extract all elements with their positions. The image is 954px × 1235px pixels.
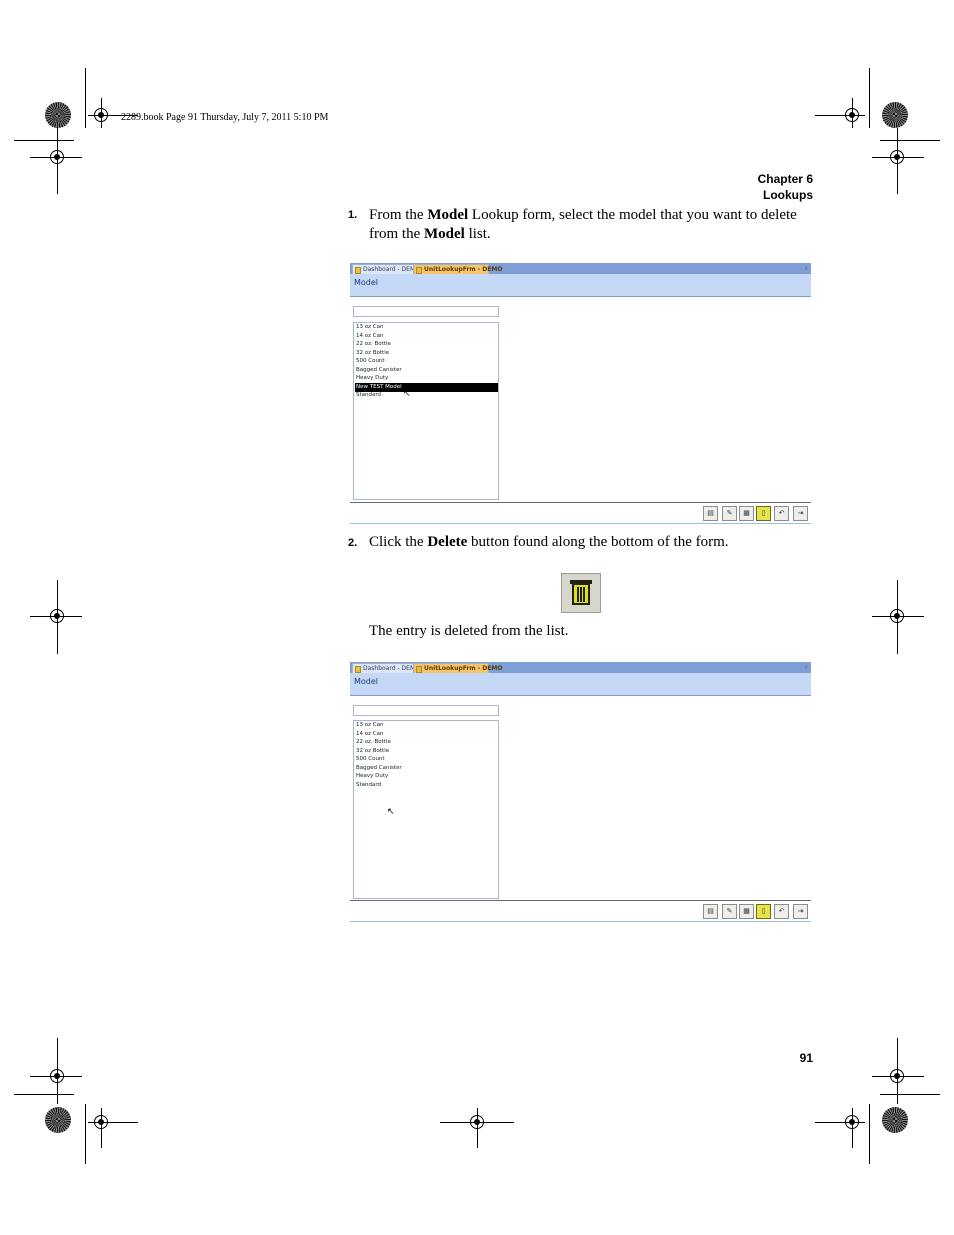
- close-icon[interactable]: x: [804, 263, 808, 274]
- model-list[interactable]: 13 oz Can 14 oz Can 22 oz. Bottle 32 oz …: [353, 720, 499, 899]
- tab-bar: Dashboard - DEMO UnitLookupFrm - DEMO x: [350, 662, 811, 674]
- tab-bar: Dashboard - DEMO UnitLookupFrm - DEMO x: [350, 263, 811, 275]
- delete-icon[interactable]: ▯: [756, 904, 771, 919]
- search-input[interactable]: [353, 306, 499, 317]
- section-label: Lookups: [763, 188, 813, 202]
- delete-icon[interactable]: ▯: [756, 506, 771, 521]
- form-title: Model: [354, 278, 379, 287]
- new-icon[interactable]: ▤: [703, 506, 718, 521]
- step-1-line-2: from the Model list.: [369, 226, 491, 242]
- page-number: 91: [799, 1051, 813, 1065]
- document-icon: [355, 666, 361, 673]
- form-header: Model: [350, 673, 811, 696]
- exit-icon[interactable]: ⇥: [793, 904, 808, 919]
- document-icon: [416, 666, 422, 673]
- form-header: Model: [350, 274, 811, 297]
- screenshot-before-delete: Dashboard - DEMO UnitLookupFrm - DEMO x …: [350, 263, 811, 524]
- document-icon: [355, 267, 361, 274]
- mouse-pointer-icon: ↖: [403, 389, 411, 399]
- edit-icon[interactable]: ✎: [722, 904, 737, 919]
- bottom-toolbar: ▤ ✎ ▦ ▯ ↶ ⇥: [350, 502, 811, 524]
- save-icon[interactable]: ▦: [739, 506, 754, 521]
- mouse-pointer-icon: ↖: [387, 807, 395, 817]
- delete-button-trash-can-icon: [561, 573, 601, 613]
- save-icon[interactable]: ▦: [739, 904, 754, 919]
- result-text: The entry is deleted from the list.: [369, 623, 569, 639]
- search-input[interactable]: [353, 705, 499, 716]
- chapter-label: Chapter 6: [757, 172, 813, 186]
- step-1-line-1: From the Model Lookup form, select the m…: [369, 207, 797, 223]
- edit-icon[interactable]: ✎: [722, 506, 737, 521]
- document-icon: [416, 267, 422, 274]
- step-2-number: 2.: [348, 537, 358, 549]
- undo-icon[interactable]: ↶: [774, 904, 789, 919]
- step-1-text: From the Model Lookup form, select the m…: [369, 206, 819, 244]
- slug-line: 2289.book Page 91 Thursday, July 7, 2011…: [121, 112, 329, 123]
- new-icon[interactable]: ▤: [703, 904, 718, 919]
- screenshot-after-delete: Dashboard - DEMO UnitLookupFrm - DEMO x …: [350, 662, 811, 922]
- list-item[interactable]: Standard: [355, 391, 498, 400]
- form-title: Model: [354, 677, 379, 686]
- bottom-toolbar: ▤ ✎ ▦ ▯ ↶ ⇥: [350, 900, 811, 922]
- exit-icon[interactable]: ⇥: [793, 506, 808, 521]
- step-1-number: 1.: [348, 209, 358, 221]
- model-list[interactable]: 13 oz Can 14 oz Can 22 oz. Bottle 32 oz …: [353, 322, 499, 500]
- list-item[interactable]: Standard: [355, 781, 498, 790]
- close-icon[interactable]: x: [804, 662, 808, 673]
- step-2-text: Click the Delete button found along the …: [369, 534, 729, 550]
- undo-icon[interactable]: ↶: [774, 506, 789, 521]
